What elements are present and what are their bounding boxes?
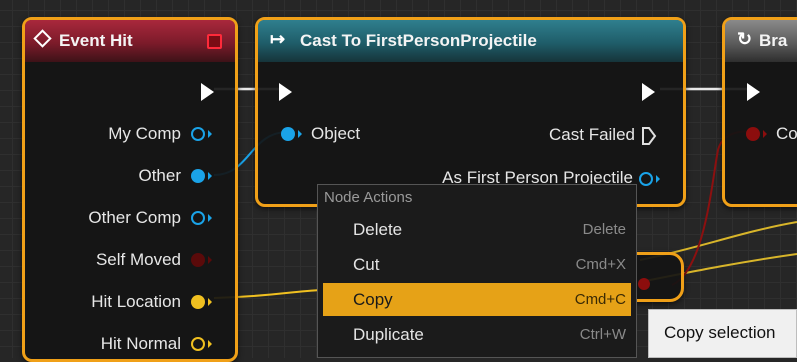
delegate-icon	[207, 34, 222, 49]
pin-label-hit-location: Hit Location	[91, 292, 181, 311]
self-moved-pin[interactable]	[191, 253, 205, 267]
cast-title: Cast To FirstPersonProjectile	[300, 31, 537, 50]
copy-tooltip: Copy selection	[648, 309, 797, 358]
branch-node[interactable]: ↻ Bra Co	[722, 17, 797, 207]
node-actions-menu: Node Actions Delete Delete Cut Cmd+X Cop…	[317, 184, 637, 358]
menu-item-shortcut: Cmd+X	[575, 256, 626, 273]
cast-arrow-icon: ↦	[270, 29, 286, 49]
pin-label-other-comp: Other Comp	[88, 208, 181, 227]
exec-in-pin[interactable]	[747, 83, 760, 101]
cast-failed-label: Cast Failed	[549, 125, 635, 144]
pin-arrow-icon	[208, 214, 212, 222]
pin-arrow-icon	[208, 298, 212, 306]
menu-item-duplicate[interactable]: Duplicate Ctrl+W	[323, 318, 631, 351]
object-pin[interactable]	[281, 127, 295, 141]
pin-arrow-icon	[298, 130, 302, 138]
menu-item-copy[interactable]: Copy Cmd+C	[323, 283, 631, 316]
menu-item-shortcut: Ctrl+W	[579, 326, 626, 343]
cast-header[interactable]: ↦ Cast To FirstPersonProjectile	[258, 20, 683, 62]
menu-item-label: Duplicate	[353, 325, 424, 344]
exec-out-empty-pin[interactable]	[641, 126, 657, 151]
bool-out-pin[interactable]	[638, 278, 650, 290]
my-comp-pin[interactable]	[191, 127, 205, 141]
pin-arrow-icon	[763, 130, 767, 138]
menu-item-cut[interactable]: Cut Cmd+X	[323, 248, 631, 281]
branch-header[interactable]: ↻ Bra	[725, 20, 797, 62]
pin-arrow-icon	[208, 256, 212, 264]
event-hit-title: Event Hit	[59, 31, 133, 50]
menu-item-shortcut: Cmd+C	[574, 291, 626, 308]
pin-arrow-icon	[208, 340, 212, 348]
pin-label-my-comp: My Comp	[108, 124, 181, 143]
hit-location-pin[interactable]	[191, 295, 205, 309]
as-first-person-projectile-pin[interactable]	[639, 172, 653, 186]
pin-arrow-icon	[656, 175, 660, 183]
menu-item-shortcut: Delete	[582, 221, 626, 238]
event-hit-header[interactable]: Event Hit	[25, 20, 235, 62]
menu-item-delete[interactable]: Delete Delete	[323, 213, 631, 246]
other-pin[interactable]	[191, 169, 205, 183]
pin-label-other: Other	[138, 166, 181, 185]
event-diamond-icon	[33, 29, 52, 48]
pin-arrow-icon	[208, 130, 212, 138]
event-hit-node[interactable]: Event Hit My Comp Other Other Comp Self …	[22, 17, 238, 362]
branch-title: Bra	[759, 31, 788, 50]
condition-pin[interactable]	[746, 127, 760, 141]
cast-node[interactable]: ↦ Cast To FirstPersonProjectile Object C…	[255, 17, 686, 207]
exec-out-pin[interactable]	[201, 83, 214, 101]
menu-title: Node Actions	[324, 189, 413, 206]
pin-label-self-moved: Self Moved	[95, 250, 181, 269]
menu-item-label: Cut	[353, 255, 380, 274]
menu-item-label: Delete	[353, 220, 403, 239]
object-label: Object	[311, 124, 361, 143]
condition-label: Co	[776, 124, 797, 143]
pin-arrow-icon	[208, 172, 212, 180]
other-comp-pin[interactable]	[191, 211, 205, 225]
branch-icon: ↻	[737, 29, 753, 49]
exec-out-pin[interactable]	[642, 83, 655, 101]
hit-normal-pin[interactable]	[191, 337, 205, 351]
exec-in-pin[interactable]	[279, 83, 292, 101]
pin-label-hit-normal: Hit Normal	[100, 334, 181, 353]
menu-item-label: Copy	[353, 290, 393, 309]
